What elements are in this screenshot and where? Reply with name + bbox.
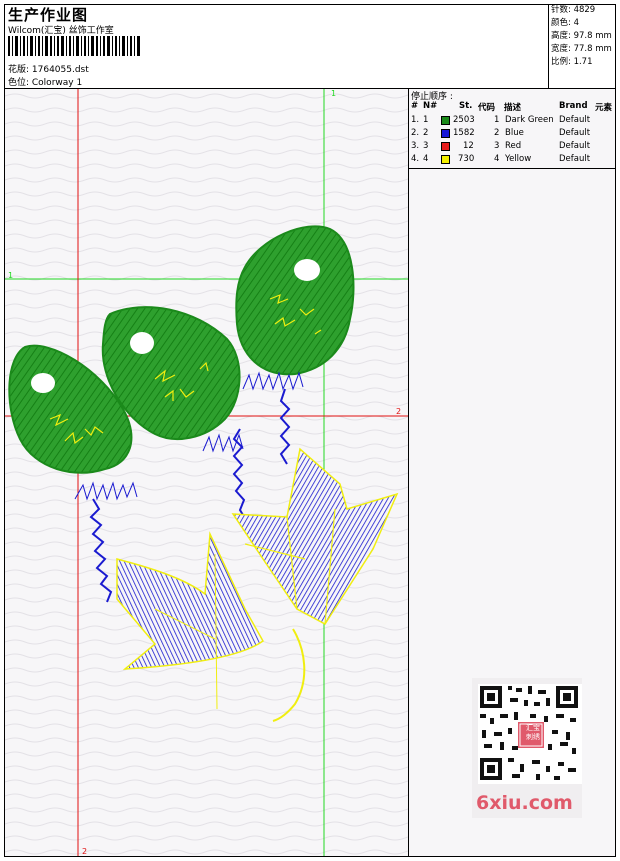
design-ratio: 比例: 1.71 — [551, 57, 593, 67]
col-num: # — [411, 101, 419, 111]
row-num: 3. — [411, 141, 420, 151]
col-st: St. — [459, 101, 473, 111]
stats-panel: 针数: 4829 颜色: 4 高度: 97.8 mm 宽度: 77.8 mm 比… — [548, 4, 616, 88]
row-desc: Yellow — [505, 154, 532, 164]
col-desc: 描述 — [504, 103, 522, 113]
col-code: 代码 — [478, 103, 496, 113]
col-brand: Brand — [559, 101, 588, 111]
row-code: 3 — [494, 141, 500, 151]
color-count: 颜色: 4 — [551, 18, 579, 28]
color-swatch — [441, 129, 450, 138]
stitch-count: 针数: 4829 — [551, 5, 596, 15]
embroidery-preview — [5, 89, 408, 856]
table-row: 4. 4 730 4 Yellow Default — [411, 154, 615, 167]
guide-green-v-label: 1 — [331, 89, 337, 98]
row-desc: Red — [505, 141, 522, 151]
col-elem: 元素 — [595, 103, 613, 113]
guide-green-h-label: 1 — [8, 271, 14, 280]
row-stitches: 1582 — [453, 128, 475, 138]
design-file-label: 花版: 1764055.dst — [8, 65, 89, 75]
design-height: 高度: 97.8 mm — [551, 31, 612, 41]
row-code: 4 — [494, 154, 500, 164]
color-swatch — [441, 155, 450, 164]
row-brand: Default — [559, 128, 591, 138]
table-row: 3. 3 12 3 Red Default — [411, 141, 615, 154]
row-desc: Dark Green — [505, 115, 554, 125]
row-no: 2 — [423, 128, 429, 138]
row-num: 1. — [411, 115, 420, 125]
guide-red-v-label: 2 — [82, 847, 88, 856]
row-brand: Default — [559, 154, 591, 164]
row-no: 3 — [423, 141, 429, 151]
sheet-title: 生产作业图 — [8, 6, 89, 24]
barcode-icon — [8, 36, 140, 56]
row-code: 2 — [494, 128, 500, 138]
row-brand: Default — [559, 115, 591, 125]
row-code: 1 — [494, 115, 500, 125]
color-swatch — [441, 116, 450, 125]
color-swatch — [441, 142, 450, 151]
row-num: 2. — [411, 128, 420, 138]
row-stitches: 2503 — [453, 115, 475, 125]
table-row: 1. 1 2503 1 Dark Green Default — [411, 115, 615, 128]
row-no: 1 — [423, 115, 429, 125]
row-no: 4 — [423, 154, 429, 164]
guide-red-h-label: 2 — [396, 407, 402, 416]
row-num: 4. — [411, 154, 420, 164]
row-stitches: 730 — [458, 154, 475, 164]
stop-table-header: # N# St. 代码 描述 Brand 元素 — [411, 101, 615, 113]
seal-text: 汇宝 刺绣 — [526, 724, 540, 741]
col-no: N# — [423, 101, 438, 111]
design-canvas: 1 1 2 2 — [5, 89, 408, 856]
company-name: Wilcom(汇宝) 丝饰工作室 — [8, 26, 114, 36]
table-divider — [409, 168, 615, 169]
colorway-label: 色位: Colorway 1 — [8, 78, 83, 88]
design-width: 宽度: 77.8 mm — [551, 44, 612, 54]
table-row: 2. 2 1582 2 Blue Default — [411, 128, 615, 141]
row-brand: Default — [559, 141, 591, 151]
watermark-site: 6xiu.com — [476, 792, 573, 814]
row-desc: Blue — [505, 128, 524, 138]
row-stitches: 12 — [463, 141, 474, 151]
